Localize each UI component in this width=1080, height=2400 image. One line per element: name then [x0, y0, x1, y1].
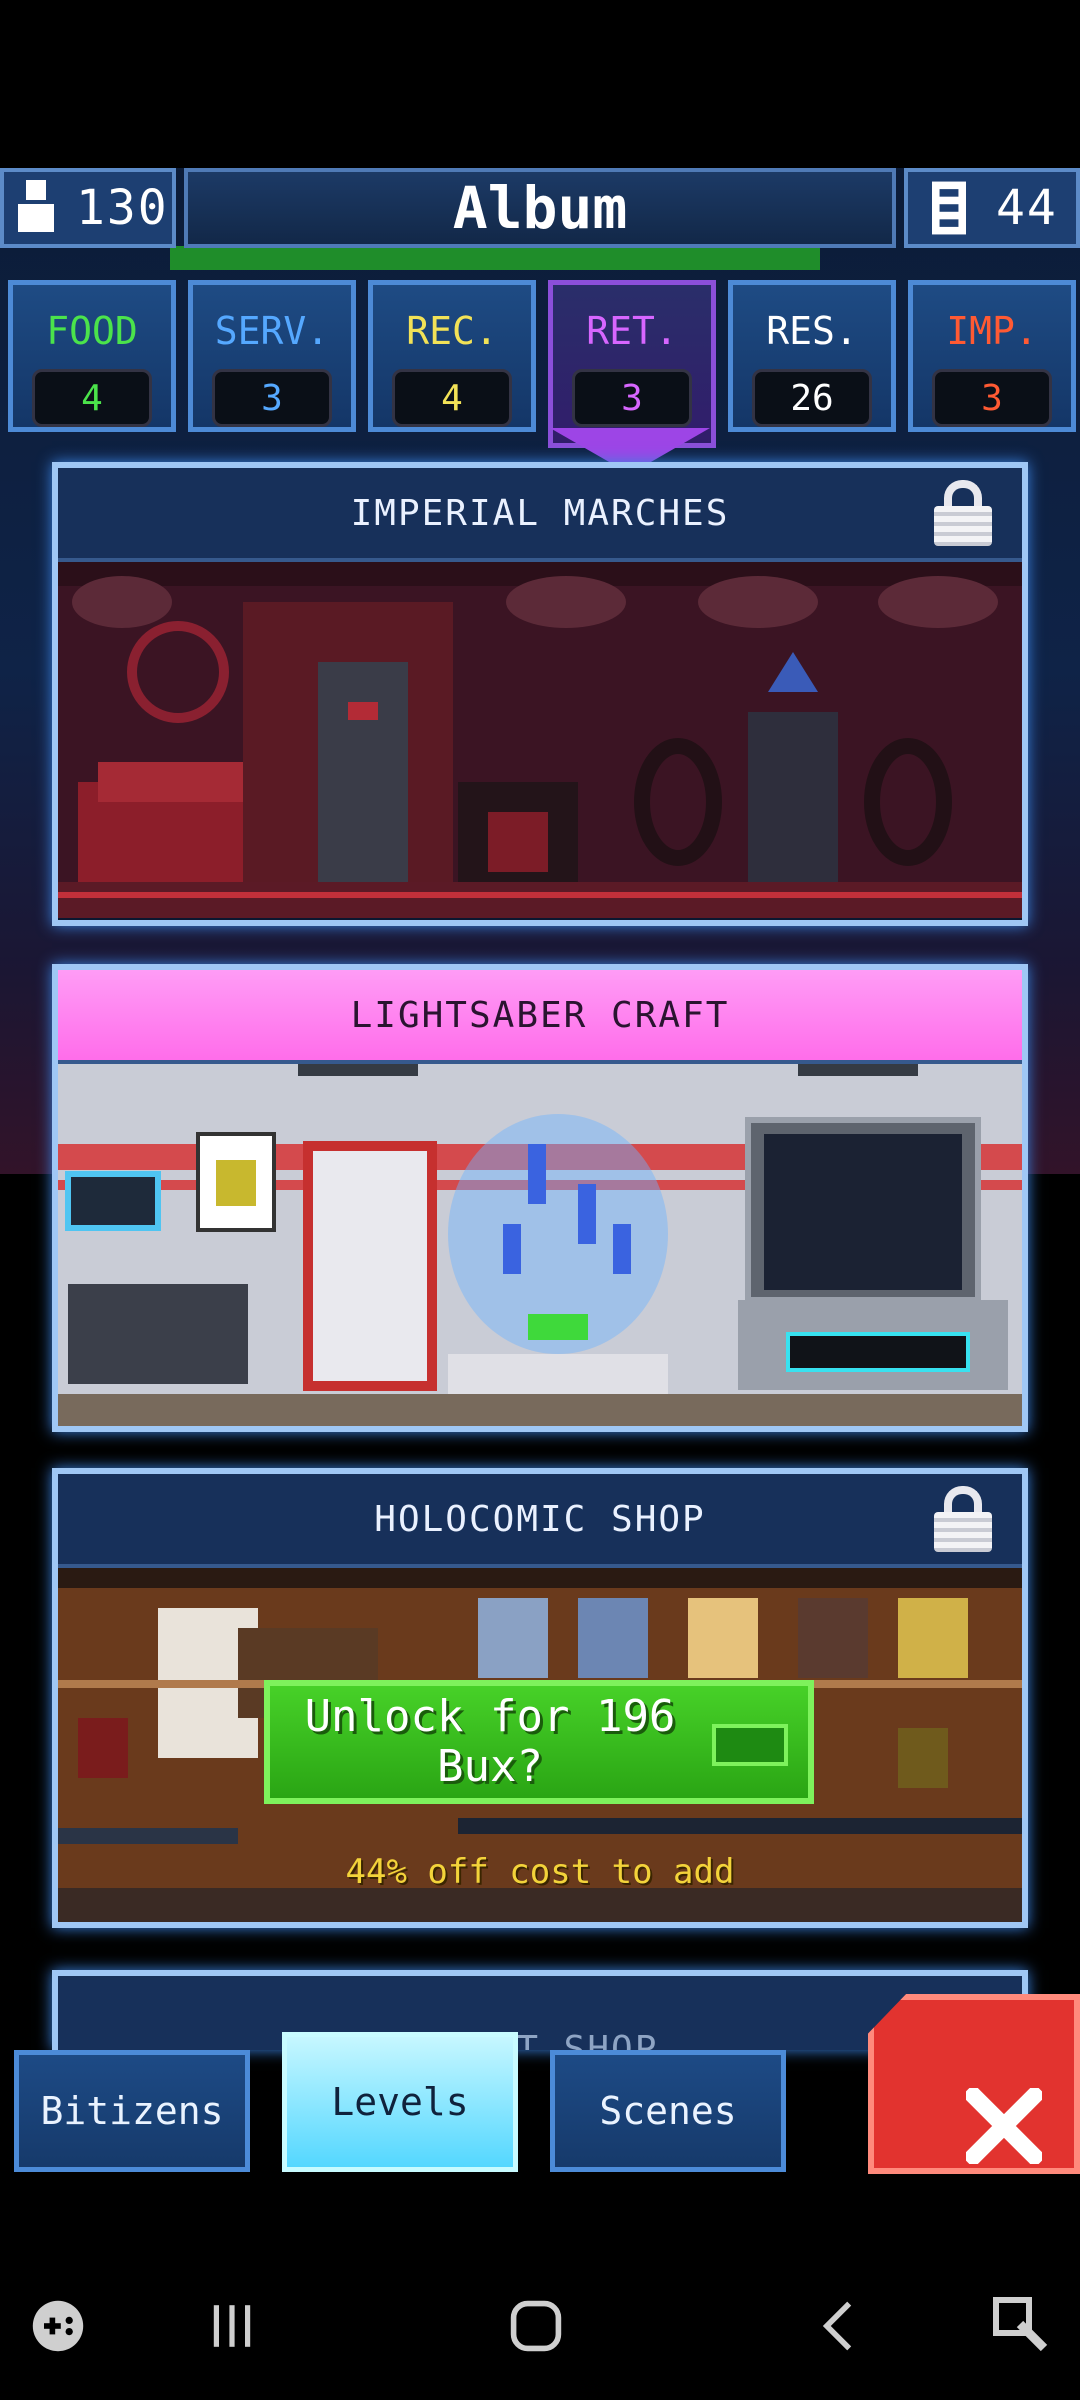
close-icon [966, 2088, 1042, 2164]
lock-icon [934, 1486, 992, 1552]
level-scene-image [58, 1064, 1022, 1426]
tab-label: RET. [586, 309, 678, 353]
person-icon [18, 180, 54, 232]
lock-icon [934, 480, 992, 546]
tab-ret[interactable]: RET. 3 [548, 280, 716, 448]
population-counter: 130 [0, 168, 176, 248]
tab-label: SERV. [214, 309, 330, 353]
bitizens-label: Bitizens [40, 2089, 224, 2133]
card-title: IMPERIAL MARCHES [350, 492, 730, 534]
tab-rec[interactable]: REC. 4 [368, 280, 536, 432]
game-launcher-icon[interactable] [30, 2298, 86, 2354]
scrolled-card-edge [170, 246, 820, 270]
tab-count: 4 [392, 369, 512, 427]
tab-imp[interactable]: IMP. 3 [908, 280, 1076, 432]
tab-res[interactable]: RES. 26 [728, 280, 896, 432]
bux-icon [712, 1724, 788, 1766]
floors-counter: 44 [904, 168, 1080, 248]
tab-count: 3 [932, 369, 1052, 427]
tab-label: IMP. [946, 309, 1038, 353]
tab-label: REC. [406, 309, 498, 353]
levels-tab-button[interactable]: Levels [282, 2032, 518, 2172]
level-card-imperial-marches[interactable]: IMPERIAL MARCHES [52, 462, 1028, 926]
tab-count: 3 [212, 369, 332, 427]
bitizens-tab-button[interactable]: Bitizens [14, 2050, 250, 2172]
unlock-button[interactable]: Unlock for 196 Bux? [264, 1680, 814, 1804]
unlock-label: Unlock for 196 Bux? [304, 1691, 676, 1792]
system-navigation-bar [0, 2174, 1080, 2400]
scenes-label: Scenes [599, 2089, 737, 2133]
level-card-holocomic-shop[interactable]: HOLOCOMIC SHOP Unlock for 196 Bux? 44% o… [52, 1468, 1028, 1928]
scenes-tab-button[interactable]: Scenes [550, 2050, 786, 2172]
building-icon [932, 181, 966, 235]
category-tabs: FOOD 4 SERV. 3 REC. 4 RET. 3 RES. 26 IMP… [0, 270, 1080, 448]
level-scene-image: Unlock for 196 Bux? 44% off cost to add [58, 1568, 1022, 1922]
imperial-scene-art [58, 562, 1022, 918]
level-scene-image [58, 562, 1022, 918]
lightsaber-scene-art [58, 1064, 1022, 1426]
home-icon[interactable] [508, 2298, 564, 2354]
back-icon[interactable] [818, 2298, 858, 2354]
level-card-lightsaber-craft[interactable]: LIGHTSABER CRAFT [52, 964, 1028, 1432]
card-title: LIGHTSABER CRAFT [350, 994, 730, 1036]
tab-serv[interactable]: SERV. 3 [188, 280, 356, 432]
tab-label: RES. [766, 309, 858, 353]
discount-text: 44% off cost to add [345, 1852, 735, 1892]
tab-count: 26 [752, 369, 872, 427]
page-title: Album [452, 174, 628, 242]
card-header: LIGHTSABER CRAFT [58, 970, 1022, 1064]
recent-apps-icon[interactable] [206, 2300, 258, 2352]
population-value: 130 [76, 180, 169, 236]
floors-value: 44 [996, 180, 1058, 236]
tab-food[interactable]: FOOD 4 [8, 280, 176, 432]
accessibility-icon[interactable] [990, 2294, 1050, 2354]
tab-label: FOOD [46, 309, 138, 353]
tab-count: 4 [32, 369, 152, 427]
card-header: HOLOCOMIC SHOP [58, 1474, 1022, 1568]
card-header: IMPERIAL MARCHES [58, 468, 1022, 562]
page-title-bar: Album [184, 168, 896, 248]
tab-count: 3 [572, 369, 692, 427]
card-title: HOLOCOMIC SHOP [374, 1498, 706, 1540]
levels-label: Levels [331, 2080, 469, 2124]
